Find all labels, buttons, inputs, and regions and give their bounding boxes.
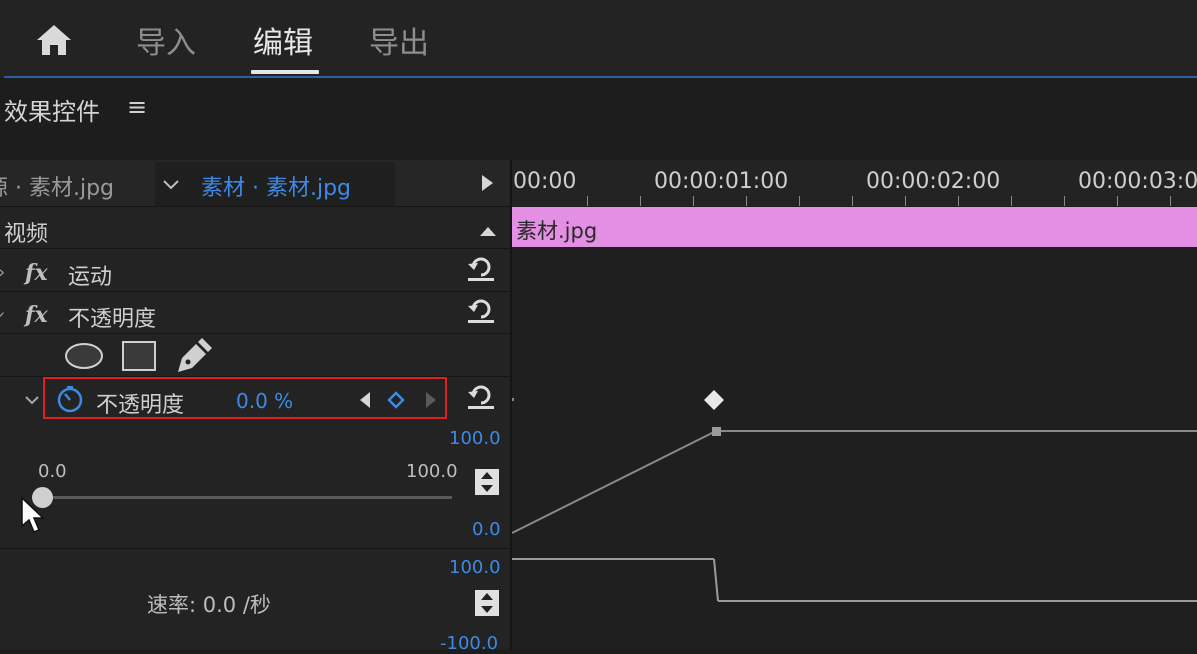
divider bbox=[0, 248, 510, 249]
home-icon[interactable] bbox=[34, 22, 74, 58]
panel-title: 效果控件 bbox=[4, 98, 100, 126]
opacity-effect-label: 不透明度 bbox=[68, 307, 157, 332]
panel-menu-icon[interactable]: ≡ bbox=[127, 93, 147, 121]
value-graph-min: 0.0 bbox=[472, 519, 501, 540]
opacity-param-label: 不透明度 bbox=[96, 393, 185, 418]
reset-icon[interactable] bbox=[466, 254, 496, 286]
value-graph-max: 100.0 bbox=[449, 428, 501, 449]
rectangle-mask-icon[interactable] bbox=[121, 340, 157, 376]
add-keyframe-icon[interactable] bbox=[387, 391, 405, 413]
motion-effect-label: 运动 bbox=[68, 265, 113, 290]
mouse-cursor-icon bbox=[20, 496, 46, 540]
pen-mask-icon[interactable] bbox=[174, 338, 212, 378]
divider bbox=[0, 291, 510, 292]
keyframe-diamond-icon[interactable] bbox=[703, 389, 725, 415]
divider bbox=[0, 333, 510, 334]
tab-edit[interactable]: 编辑 bbox=[253, 18, 313, 62]
stopwatch-icon[interactable] bbox=[56, 385, 84, 417]
velocity-graph-min: -100.0 bbox=[440, 633, 499, 654]
fx-badge-motion[interactable]: fx bbox=[25, 260, 48, 286]
reset-icon[interactable] bbox=[466, 382, 496, 414]
fx-badge-opacity[interactable]: fx bbox=[25, 302, 48, 328]
slider-min-label: 0.0 bbox=[38, 461, 67, 482]
velocity-graph-max: 100.0 bbox=[449, 557, 501, 578]
play-triangle-icon[interactable] bbox=[480, 174, 494, 196]
opacity-slider-track[interactable] bbox=[42, 496, 452, 499]
ruler-ticks bbox=[512, 190, 1197, 206]
opacity-value[interactable]: 0.0 % bbox=[236, 389, 293, 413]
slider-max-label: 100.0 bbox=[406, 461, 458, 482]
divider bbox=[0, 206, 510, 207]
scale-toggle-icon[interactable] bbox=[474, 468, 500, 500]
column-separator bbox=[510, 160, 512, 649]
chevron-down-icon[interactable] bbox=[162, 176, 180, 195]
reset-icon[interactable] bbox=[466, 296, 496, 328]
clip-bar-label: 素材.jpg bbox=[516, 219, 598, 243]
active-tab-indicator bbox=[251, 70, 319, 74]
scale-toggle-icon[interactable] bbox=[474, 589, 500, 621]
value-graph[interactable] bbox=[512, 420, 1197, 649]
previous-keyframe-icon[interactable] bbox=[358, 390, 372, 414]
expand-motion-icon[interactable]: › bbox=[0, 262, 5, 283]
clip-bar[interactable] bbox=[512, 207, 1197, 247]
header-divider bbox=[4, 76, 1197, 78]
current-clip-label[interactable]: 素材 · 素材.jpg bbox=[201, 170, 351, 202]
chevron-down-icon[interactable] bbox=[24, 392, 40, 411]
ellipse-mask-icon[interactable] bbox=[64, 342, 104, 374]
next-keyframe-icon[interactable] bbox=[424, 390, 438, 414]
velocity-readout: 速率: 0.0 /秒 bbox=[147, 593, 271, 617]
tab-import[interactable]: 导入 bbox=[136, 18, 196, 62]
expand-opacity-icon[interactable]: › bbox=[0, 311, 11, 318]
source-clip-label[interactable]: 源 · 素材.jpg bbox=[0, 170, 114, 202]
tab-export[interactable]: 导出 bbox=[369, 18, 429, 62]
divider bbox=[0, 548, 510, 549]
collapse-up-icon[interactable] bbox=[479, 222, 497, 241]
video-section-label: 视频 bbox=[4, 222, 49, 247]
